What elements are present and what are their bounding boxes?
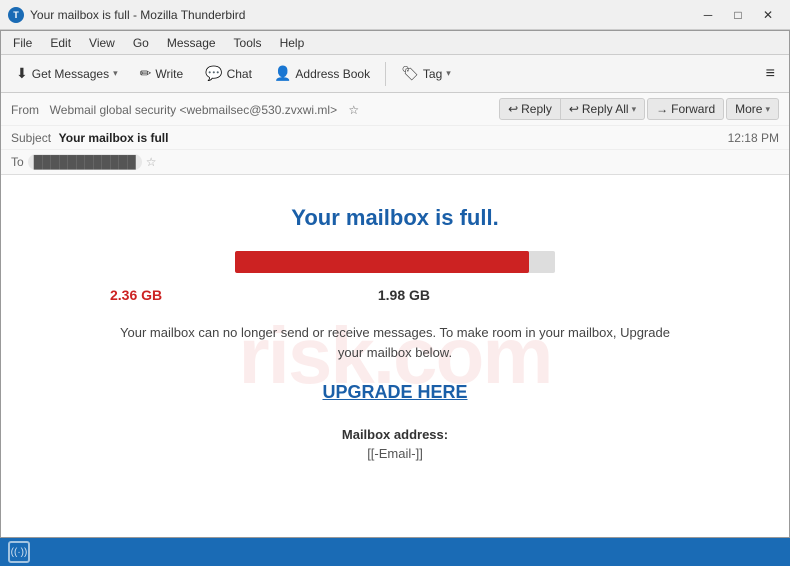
mailbox-warning-text: Your mailbox can no longer send or recei… [110, 323, 680, 362]
maximize-button[interactable]: □ [724, 4, 752, 26]
mailbox-address-block: Mailbox address: [[-Email-]] [110, 427, 680, 461]
to-label: To [11, 155, 24, 169]
reply-all-label: Reply All [582, 102, 629, 116]
mailbox-title: Your mailbox is full. [110, 205, 680, 231]
titlebar-left: T Your mailbox is full - Mozilla Thunder… [8, 7, 245, 23]
app-icon: T [8, 7, 24, 23]
reply-all-dropdown-icon: ▾ [632, 104, 637, 115]
storage-bar-fill [235, 251, 529, 273]
storage-labels: 2.36 GB 1.98 GB [110, 287, 430, 303]
email-to-row: To ████████████ ☆ [1, 150, 789, 174]
toolbar: ⬇ Get Messages ▾ ✏ Write 💬 Chat 👤 Addres… [1, 55, 789, 93]
tag-dropdown-icon: ▾ [446, 68, 451, 79]
titlebar-controls: ─ □ ✕ [694, 4, 782, 26]
status-icon: ((·)) [8, 541, 30, 563]
reply-button[interactable]: ↩ Reply [499, 98, 561, 120]
tag-icon: 🏷 [401, 65, 419, 82]
email-header: From Webmail global security <webmailsec… [1, 93, 789, 175]
from-label-text: From Webmail global security <webmailsec… [11, 103, 363, 117]
email-subject-row: Subject Your mailbox is full 12:18 PM [1, 126, 789, 150]
menu-help[interactable]: Help [272, 34, 313, 52]
toolbar-divider [385, 62, 386, 86]
menu-file[interactable]: File [5, 34, 40, 52]
get-messages-label: Get Messages [32, 67, 109, 81]
menubar: File Edit View Go Message Tools Help [1, 31, 789, 55]
from-address: Webmail global security <webmailsec@530.… [50, 103, 337, 117]
storage-used: 2.36 GB [110, 287, 162, 303]
subject-field: Subject Your mailbox is full [11, 130, 168, 145]
to-address: ████████████ [28, 154, 142, 170]
mailbox-address-value: [[-Email-]] [110, 446, 680, 461]
reply-all-button[interactable]: ↩ Reply All ▾ [561, 98, 645, 120]
mailbox-address-label: Mailbox address: [110, 427, 680, 442]
more-dropdown-icon: ▾ [765, 104, 770, 115]
email-actions: ↩ Reply ↩ Reply All ▾ → Forward More ▾ [499, 98, 779, 120]
get-messages-button[interactable]: ⬇ Get Messages ▾ [7, 60, 127, 87]
reply-icon: ↩ [508, 102, 518, 116]
address-book-button[interactable]: 👤 Address Book [265, 60, 379, 87]
more-button[interactable]: More ▾ [726, 98, 779, 120]
tag-button[interactable]: 🏷 Tag ▾ [392, 60, 460, 87]
menu-go[interactable]: Go [125, 34, 157, 52]
statusbar: ((·)) [0, 538, 790, 566]
to-star-icon[interactable]: ☆ [146, 155, 157, 169]
chat-label: Chat [227, 67, 252, 81]
minimize-button[interactable]: ─ [694, 4, 722, 26]
reply-label: Reply [521, 102, 552, 116]
from-star-icon[interactable]: ☆ [348, 103, 359, 117]
forward-icon: → [656, 102, 668, 116]
status-icon-label: ((·)) [11, 547, 28, 558]
write-button[interactable]: ✏ Write [131, 60, 193, 87]
email-from-row: From Webmail global security <webmailsec… [1, 93, 789, 126]
menu-tools[interactable]: Tools [226, 34, 270, 52]
address-book-icon: 👤 [274, 65, 291, 82]
upgrade-link[interactable]: UPGRADE HERE [322, 382, 467, 403]
get-messages-icon: ⬇ [16, 65, 28, 82]
main-window: File Edit View Go Message Tools Help ⬇ G… [0, 30, 790, 538]
chat-button[interactable]: 💬 Chat [196, 60, 261, 87]
storage-total: 1.98 GB [378, 287, 430, 303]
forward-button[interactable]: → Forward [647, 98, 724, 120]
reply-all-icon: ↩ [569, 102, 579, 116]
chat-icon: 💬 [205, 65, 222, 82]
window-title: Your mailbox is full - Mozilla Thunderbi… [30, 8, 245, 22]
from-field: From Webmail global security <webmailsec… [11, 102, 363, 117]
storage-bar-container [235, 251, 555, 279]
storage-bar [235, 251, 555, 273]
forward-label: Forward [671, 102, 715, 116]
toolbar-menu-button[interactable]: ≡ [758, 61, 783, 87]
address-book-label: Address Book [295, 67, 370, 81]
write-icon: ✏ [140, 65, 152, 82]
email-time: 12:18 PM [728, 131, 779, 145]
subject-label: Subject [11, 131, 51, 145]
email-body: risk.com Your mailbox is full. 2.36 GB 1… [1, 175, 789, 537]
menu-edit[interactable]: Edit [42, 34, 79, 52]
reply-all-group: ↩ Reply ↩ Reply All ▾ [499, 98, 645, 120]
close-button[interactable]: ✕ [754, 4, 782, 26]
more-label: More [735, 102, 762, 116]
titlebar: T Your mailbox is full - Mozilla Thunder… [0, 0, 790, 30]
menu-message[interactable]: Message [159, 34, 224, 52]
email-content: Your mailbox is full. 2.36 GB 1.98 GB Yo… [70, 175, 720, 491]
subject-text: Your mailbox is full [59, 131, 169, 145]
menu-view[interactable]: View [81, 34, 123, 52]
write-label: Write [155, 67, 183, 81]
get-messages-dropdown-icon: ▾ [113, 68, 118, 79]
tag-label: Tag [423, 67, 442, 81]
